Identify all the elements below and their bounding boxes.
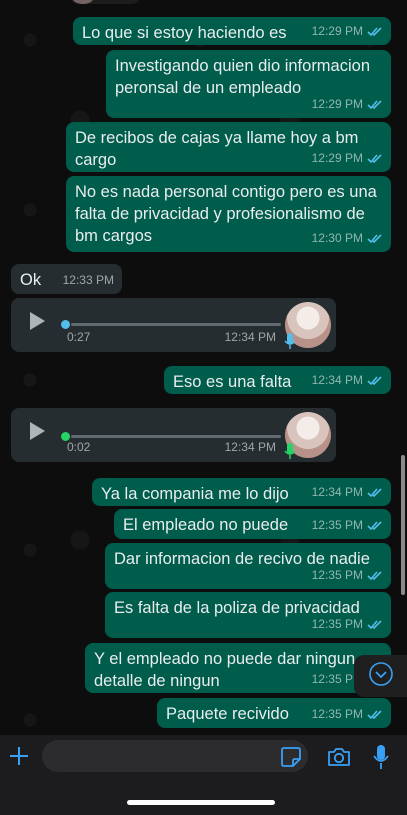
play-icon[interactable] — [27, 310, 47, 332]
read-ticks-icon — [367, 153, 383, 164]
read-ticks-icon — [367, 233, 383, 244]
play-icon[interactable] — [27, 420, 47, 442]
chevron-down-icon — [368, 661, 394, 692]
message-meta: 12:35 PM — [312, 613, 383, 635]
message-time: 12:35 PM — [311, 617, 363, 631]
message-bubble-outgoing[interactable]: De recibos de cajas ya llame hoy a bm ca… — [66, 122, 391, 172]
message-meta: 12:33 PM — [63, 269, 114, 291]
message-meta: 12:29 PM — [312, 147, 383, 169]
message-meta: 12:35 PM — [312, 514, 383, 536]
read-ticks-icon — [367, 487, 383, 498]
message-time: 12:34 PM — [224, 440, 276, 454]
message-time: 12:34 PM — [311, 373, 363, 387]
message-bubble-incoming[interactable]: Ok 12:33 PM — [11, 264, 122, 294]
message-bubble-outgoing[interactable]: Eso es una falta 12:34 PM — [164, 366, 391, 394]
read-ticks-icon — [367, 619, 383, 630]
read-ticks-icon — [367, 375, 383, 386]
read-ticks-icon — [367, 520, 383, 531]
message-bubble-outgoing[interactable]: Ya la compania me lo dijo 12:34 PM — [92, 478, 391, 506]
message-bubble-outgoing[interactable]: Paquete recivido 12:35 PM — [157, 698, 391, 728]
message-time: 12:35 PM — [311, 707, 363, 721]
read-ticks-icon — [367, 99, 383, 110]
message-time: 12:35 PM — [311, 518, 363, 532]
voice-message-incoming[interactable]: 0:02 12:34 PM — [11, 408, 336, 462]
message-time: 12:29 PM — [311, 97, 363, 111]
scroll-to-bottom-button[interactable] — [354, 655, 407, 697]
message-time: 12:34 PM — [224, 330, 276, 344]
voice-message-incoming[interactable]: 0:27 12:34 PM — [11, 298, 336, 352]
read-ticks-icon — [367, 709, 383, 720]
scrollbar[interactable] — [401, 455, 405, 595]
microphone-icon — [284, 442, 296, 460]
voice-duration: 0:02 — [67, 440, 91, 454]
message-meta: 12:35 PM — [312, 703, 383, 725]
message-time: 12:30 PM — [311, 231, 363, 245]
message-time: 12:35 PM — [311, 568, 363, 582]
message-meta: 12:35 PM — [312, 564, 383, 586]
microphone-icon — [284, 332, 296, 350]
message-input[interactable] — [42, 740, 308, 772]
message-meta: 12:34 PM — [312, 481, 383, 503]
message-bubble-outgoing[interactable]: Y el empleado no puede dar ningun detall… — [85, 643, 391, 693]
microphone-icon[interactable] — [372, 743, 390, 771]
message-meta: 12:30 PM — [312, 227, 383, 249]
sticker-icon[interactable] — [280, 746, 302, 768]
message-meta: 12:29 PM — [312, 20, 383, 42]
camera-icon[interactable] — [326, 745, 352, 769]
message-bubble-outgoing[interactable]: Investigando quien dio informacion peron… — [106, 50, 391, 118]
message-time: 12:34 PM — [311, 485, 363, 499]
message-bubble-outgoing[interactable]: Lo que si estoy haciendo es 12:29 PM — [73, 17, 391, 45]
message-time: 12:33 PM — [62, 273, 114, 287]
plus-icon[interactable] — [8, 745, 30, 767]
home-indicator — [127, 800, 275, 805]
message-meta: 12:29 PM — [312, 93, 383, 115]
voice-duration: 0:27 — [67, 330, 91, 344]
message-bubble-outgoing[interactable]: No es nada personal contigo pero es una … — [66, 176, 391, 252]
message-bubble-outgoing[interactable]: Es falta de la poliza de privacidad 12:3… — [105, 592, 391, 638]
message-meta: 12:34 PM — [312, 369, 383, 391]
message-time: 12:29 PM — [311, 151, 363, 165]
message-composer — [0, 735, 407, 815]
read-ticks-icon — [367, 570, 383, 581]
message-bubble-outgoing[interactable]: El empleado no puede 12:35 PM — [114, 509, 391, 539]
read-ticks-icon — [367, 26, 383, 37]
message-bubble-outgoing[interactable]: Dar informacion de recivo de nadie 12:35… — [105, 543, 391, 589]
message-time: 12:29 PM — [311, 24, 363, 38]
chat-background: Lo que si estoy haciendo es 12:29 PM Inv… — [0, 0, 407, 735]
